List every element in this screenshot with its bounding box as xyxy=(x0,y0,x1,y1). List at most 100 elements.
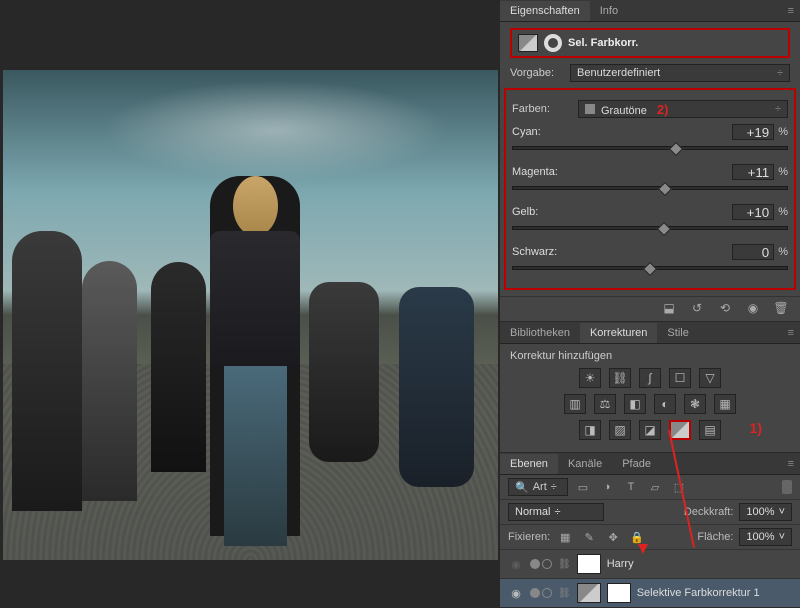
visibility-toggle-icon[interactable]: ◉ xyxy=(508,587,524,600)
highlighted-controls: Farben: Grautöne2) ÷ Cyan: % xyxy=(504,88,796,290)
slider-thumb[interactable] xyxy=(669,142,683,156)
lock-pixels-icon[interactable]: ✎ xyxy=(580,529,598,545)
lock-label: Fixieren: xyxy=(508,531,550,543)
vibrance-icon[interactable]: ▽ xyxy=(699,368,721,388)
filter-toggle[interactable] xyxy=(782,480,792,494)
magenta-input[interactable] xyxy=(732,164,774,180)
annotation-2: 2) xyxy=(657,102,669,117)
tab-adjustments[interactable]: Korrekturen xyxy=(580,323,657,343)
layer-item[interactable]: ◉ ⛓ Selektive Farbkorrektur 1 xyxy=(500,578,800,607)
chevron-down-icon: ÷ xyxy=(775,103,781,115)
layer-mask-thumb[interactable] xyxy=(607,583,631,603)
panel-menu-icon[interactable]: ≡ xyxy=(782,5,800,17)
blend-mode-select[interactable]: Normal÷ xyxy=(508,503,604,521)
search-icon: 🔍 xyxy=(515,481,529,494)
black-white-icon[interactable]: ◧ xyxy=(624,394,646,414)
fill-select[interactable]: 100%˅ xyxy=(739,528,792,546)
filter-shape-icon[interactable]: ▱ xyxy=(646,479,664,495)
reset-icon[interactable]: ⟲ xyxy=(716,301,734,315)
lock-position-icon[interactable]: ✥ xyxy=(604,529,622,545)
colors-select[interactable]: Grautöne2) ÷ xyxy=(578,100,788,118)
adjustment-thumb[interactable] xyxy=(577,583,601,603)
yellow-input[interactable] xyxy=(732,204,774,220)
canvas-area[interactable] xyxy=(0,0,500,600)
fx-icon[interactable] xyxy=(530,588,540,598)
gradient-map-icon[interactable]: ▤ xyxy=(699,420,721,440)
preset-select[interactable]: Benutzerdefiniert÷ xyxy=(570,64,790,82)
clip-to-layer-icon[interactable]: ⬓ xyxy=(660,301,678,315)
invert-icon[interactable]: ◨ xyxy=(579,420,601,440)
yellow-slider[interactable] xyxy=(512,226,788,230)
mask-icon[interactable] xyxy=(544,34,562,52)
link-icon[interactable]: ⛓ xyxy=(558,588,571,599)
view-previous-icon[interactable]: ↺ xyxy=(688,301,706,315)
selective-color-icon xyxy=(518,34,538,52)
visibility-toggle-icon[interactable]: ◉ xyxy=(508,558,524,571)
adjustments-panel: Bibliotheken Korrekturen Stile ≡ Korrekt… xyxy=(500,322,800,453)
cyan-slider[interactable] xyxy=(512,146,788,150)
threshold-icon[interactable]: ◪ xyxy=(639,420,661,440)
hue-sat-icon[interactable]: ▥ xyxy=(564,394,586,414)
slider-thumb[interactable] xyxy=(643,262,657,276)
black-input[interactable] xyxy=(732,244,774,260)
slider-thumb[interactable] xyxy=(657,222,671,236)
panel-menu-icon[interactable]: ≡ xyxy=(782,327,800,339)
magenta-slider[interactable] xyxy=(512,186,788,190)
chevron-down-icon: ÷ xyxy=(777,67,783,79)
preset-label: Vorgabe: xyxy=(510,67,564,79)
annotation-1: 1) xyxy=(750,420,762,436)
add-adjustment-label: Korrektur hinzufügen xyxy=(510,350,790,362)
filter-text-icon[interactable]: T xyxy=(622,479,640,495)
cyan-input[interactable] xyxy=(732,124,774,140)
slider-magenta: Magenta: % xyxy=(512,164,788,190)
filter-adjustment-icon[interactable]: ◑ xyxy=(598,479,616,495)
color-lookup-icon[interactable]: ▦ xyxy=(714,394,736,414)
opacity-select[interactable]: 100%˅ xyxy=(739,503,792,521)
slider-black: Schwarz: % xyxy=(512,244,788,270)
fill-label: Fläche: xyxy=(697,531,733,543)
tab-libraries[interactable]: Bibliotheken xyxy=(500,323,580,343)
fx-icon[interactable] xyxy=(542,588,552,598)
tab-properties[interactable]: Eigenschaften xyxy=(500,1,590,21)
layer-item[interactable]: ◉ ⛓ Harry xyxy=(500,549,800,578)
layer-name: Harry xyxy=(607,558,792,570)
delete-icon[interactable]: 🗑 xyxy=(772,301,790,315)
black-slider[interactable] xyxy=(512,266,788,270)
filter-pixel-icon[interactable]: ▭ xyxy=(574,479,592,495)
tab-channels[interactable]: Kanäle xyxy=(558,454,612,474)
tab-info[interactable]: Info xyxy=(590,1,628,21)
properties-panel: Eigenschaften Info ≡ Sel. Farbkorr. Vorg… xyxy=(500,0,800,322)
selective-color-adj-icon[interactable] xyxy=(669,420,691,440)
opacity-label: Deckkraft: xyxy=(684,506,734,518)
tab-paths[interactable]: Pfade xyxy=(612,454,661,474)
channel-mixer-icon[interactable]: ❃ xyxy=(684,394,706,414)
lock-transparency-icon[interactable]: ▦ xyxy=(556,529,574,545)
panel-menu-icon[interactable]: ≡ xyxy=(782,458,800,470)
tab-styles[interactable]: Stile xyxy=(657,323,698,343)
right-panels: Eigenschaften Info ≡ Sel. Farbkorr. Vorg… xyxy=(500,0,800,600)
curves-icon[interactable]: ∫ xyxy=(639,368,661,388)
fx-icon[interactable] xyxy=(530,559,540,569)
color-balance-icon[interactable]: ⚖ xyxy=(594,394,616,414)
brightness-contrast-icon[interactable]: ☀ xyxy=(579,368,601,388)
photo-filter-icon[interactable]: ◐ xyxy=(654,394,676,414)
adjustment-header: Sel. Farbkorr. xyxy=(510,28,790,58)
adjustment-title: Sel. Farbkorr. xyxy=(568,37,638,49)
layer-filter-kind[interactable]: 🔍 Art ÷ xyxy=(508,478,568,496)
fx-icon[interactable] xyxy=(542,559,552,569)
slider-thumb[interactable] xyxy=(658,182,672,196)
lock-all-icon[interactable]: 🔒 xyxy=(628,529,646,545)
link-icon[interactable]: ⛓ xyxy=(558,559,571,570)
layers-panel: Ebenen Kanäle Pfade ≡ 🔍 Art ÷ ▭ ◑ T ▱ ⬚ xyxy=(500,453,800,608)
slider-cyan: Cyan: % xyxy=(512,124,788,150)
levels-icon[interactable]: ⛓ xyxy=(609,368,631,388)
posterize-icon[interactable]: ▨ xyxy=(609,420,631,440)
exposure-icon[interactable]: ☐ xyxy=(669,368,691,388)
colors-label: Farben: xyxy=(512,103,572,115)
visibility-icon[interactable]: ◉ xyxy=(744,301,762,315)
slider-yellow: Gelb: % xyxy=(512,204,788,230)
annotation-arrow-head xyxy=(638,544,648,554)
document-image xyxy=(3,70,498,560)
tab-layers[interactable]: Ebenen xyxy=(500,454,558,474)
layer-mask-thumb[interactable] xyxy=(577,554,601,574)
